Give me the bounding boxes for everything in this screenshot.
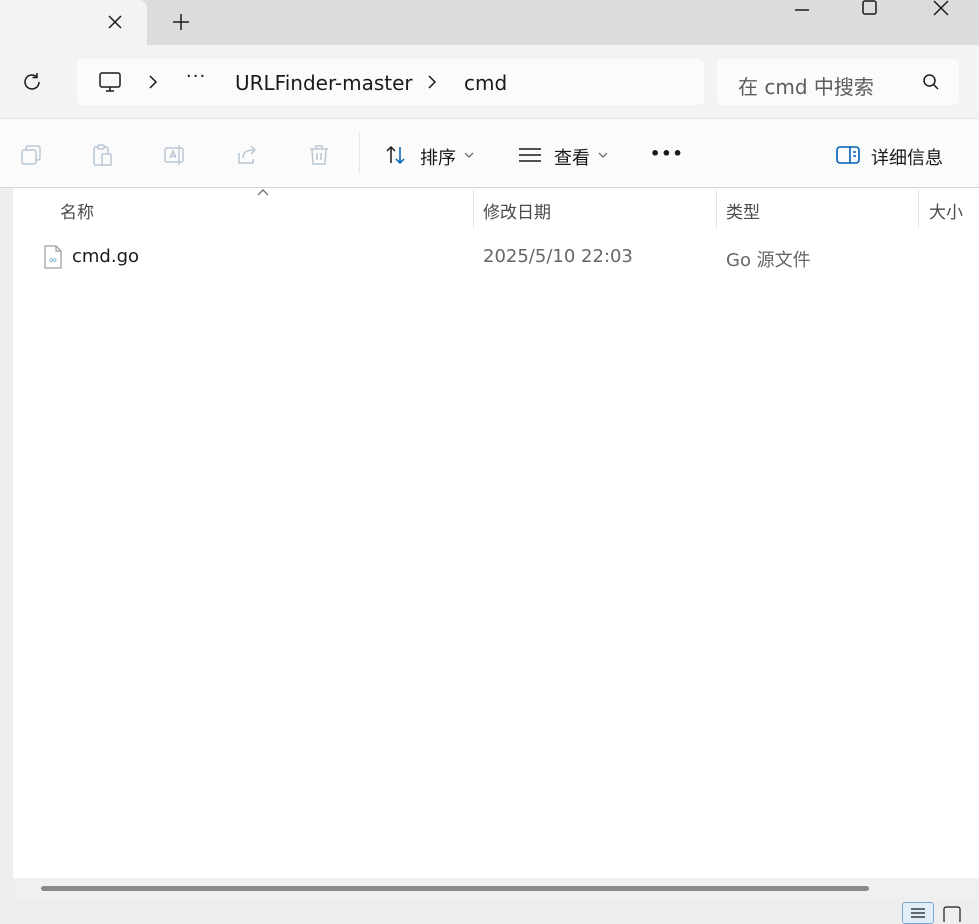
sort-button[interactable]: 排序	[420, 144, 456, 170]
tiles-view-icon[interactable]	[942, 905, 962, 922]
toolbar-divider	[359, 133, 360, 173]
breadcrumb-overflow[interactable]: ···	[186, 66, 206, 87]
details-pane-icon[interactable]	[834, 142, 862, 168]
go-file-icon: oo	[43, 245, 63, 269]
svg-text:oo: oo	[49, 257, 57, 264]
search-placeholder: 在 cmd 中搜索	[738, 75, 874, 99]
paste-icon[interactable]	[89, 142, 115, 168]
refresh-icon[interactable]	[18, 68, 46, 96]
delete-icon[interactable]	[306, 142, 332, 168]
rename-icon[interactable]	[161, 142, 187, 168]
chevron-right-icon[interactable]	[143, 72, 163, 92]
column-divider[interactable]	[918, 190, 919, 228]
breadcrumb-item-urlfinder[interactable]: URLFinder-master	[235, 71, 413, 95]
file-modified: 2025/5/10 22:03	[483, 246, 633, 267]
column-header-modified[interactable]: 修改日期	[483, 198, 551, 223]
column-divider[interactable]	[473, 190, 474, 228]
chevron-right-icon[interactable]	[422, 72, 442, 92]
view-button[interactable]: 查看	[554, 144, 590, 170]
search-icon[interactable]	[920, 71, 942, 93]
column-header-type[interactable]: 类型	[726, 198, 760, 223]
file-type: Go 源文件	[726, 250, 811, 271]
maximize-icon[interactable]	[858, 0, 882, 18]
breadcrumb-item-cmd[interactable]: cmd	[464, 71, 507, 95]
column-header-name[interactable]: 名称	[60, 198, 94, 223]
column-divider[interactable]	[716, 190, 717, 228]
column-header-size[interactable]: 大小	[929, 198, 963, 223]
computer-icon[interactable]	[96, 68, 124, 96]
window-close-icon[interactable]	[928, 0, 954, 18]
sort-ascending-icon	[255, 188, 271, 198]
horizontal-scrollbar-thumb[interactable]	[41, 886, 869, 891]
sort-icon[interactable]	[383, 142, 409, 168]
copy-icon[interactable]	[18, 142, 44, 168]
new-tab-plus-icon[interactable]	[167, 8, 195, 36]
tab-close-icon[interactable]	[101, 8, 129, 36]
details-view-icon[interactable]	[902, 902, 934, 924]
command-bar	[0, 118, 979, 188]
more-options-button[interactable]: •••	[650, 144, 684, 163]
chevron-down-icon[interactable]	[596, 148, 610, 162]
details-button[interactable]: 详细信息	[871, 144, 943, 170]
file-name[interactable]: cmd.go	[72, 246, 139, 267]
chevron-down-icon[interactable]	[462, 148, 476, 162]
view-icon[interactable]	[516, 142, 544, 168]
minimize-icon[interactable]	[788, 0, 816, 18]
file-list	[13, 188, 979, 878]
share-icon[interactable]	[234, 142, 260, 168]
